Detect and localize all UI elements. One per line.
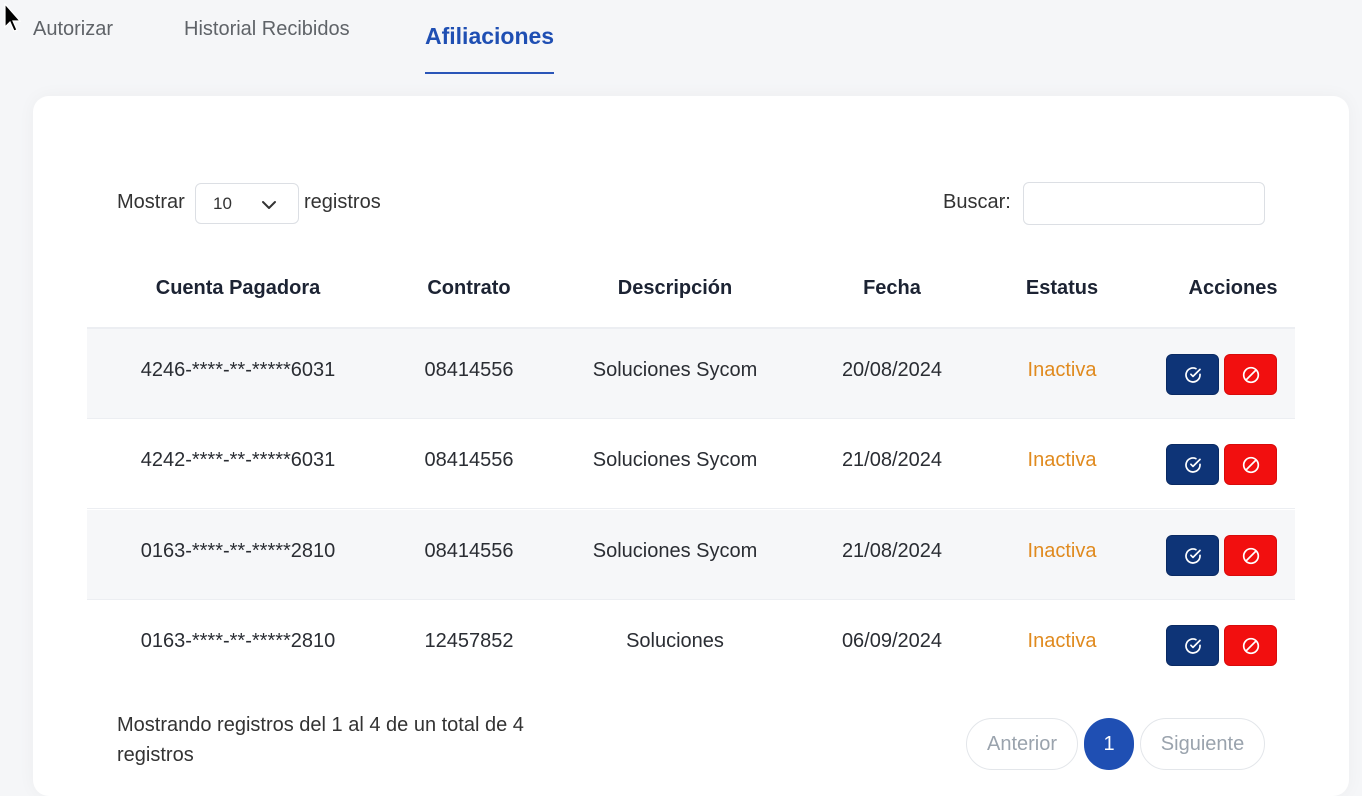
cell-fecha: 21/08/2024 — [841, 540, 943, 562]
cell-descripcion: Soluciones — [626, 630, 724, 652]
cell-fecha: 06/09/2024 — [841, 630, 943, 652]
check-circle-icon — [1184, 637, 1201, 654]
status-badge: Inactiva — [1027, 449, 1097, 471]
pagination-page-button[interactable]: 1 — [1084, 718, 1134, 770]
status-badge: Inactiva — [1027, 630, 1097, 652]
cell-contrato: 08414556 — [424, 449, 514, 471]
column-header-cuenta-pagadora: Cuenta Pagadora — [155, 277, 321, 299]
cell-contrato: 12457852 — [424, 630, 514, 652]
column-header-contrato: Contrato — [427, 277, 511, 299]
page-size-value: 10 — [213, 193, 232, 213]
ban-icon — [1242, 547, 1259, 564]
tab-historial-recibidos[interactable]: Historial Recibidos — [184, 0, 350, 66]
tab-bar: Autorizar Historial Recibidos Afiliacion… — [0, 0, 1362, 74]
reject-button[interactable] — [1224, 354, 1277, 395]
status-badge: Inactiva — [1027, 540, 1097, 562]
check-circle-icon — [1184, 456, 1201, 473]
table-row: 4242-****-**-*****6031 08414556 Solucion… — [87, 419, 1295, 509]
cell-fecha: 20/08/2024 — [841, 359, 943, 381]
ban-icon — [1242, 456, 1259, 473]
reject-button[interactable] — [1224, 625, 1277, 666]
cell-descripcion: Soluciones Sycom — [592, 540, 758, 562]
table-row: 0163-****-**-*****2810 12457852 Solucion… — [87, 600, 1295, 690]
pagination-previous-button[interactable]: Anterior — [966, 718, 1078, 770]
ban-icon — [1242, 366, 1259, 383]
search-label: Buscar: — [943, 191, 1011, 213]
column-header-acciones: Acciones — [1188, 277, 1278, 299]
tab-afiliaciones[interactable]: Afiliaciones — [425, 0, 555, 74]
approve-button[interactable] — [1166, 354, 1219, 395]
approve-button[interactable] — [1166, 535, 1219, 576]
tab-autorizar[interactable]: Autorizar — [33, 0, 113, 66]
table-row: 0163-****-**-*****2810 08414556 Solucion… — [87, 510, 1295, 600]
check-circle-icon — [1184, 547, 1201, 564]
chevron-down-icon — [262, 201, 276, 209]
length-menu-suffix: registros — [304, 191, 381, 213]
approve-button[interactable] — [1166, 444, 1219, 485]
check-circle-icon — [1184, 366, 1201, 383]
cell-cuenta-pagadora: 4242-****-**-*****6031 — [140, 449, 336, 471]
search-input[interactable] — [1023, 182, 1265, 225]
reject-button[interactable] — [1224, 444, 1277, 485]
cell-cuenta-pagadora: 4246-****-**-*****6031 — [140, 359, 336, 381]
cell-cuenta-pagadora: 0163-****-**-*****2810 — [140, 630, 336, 652]
mouse-cursor-icon — [4, 3, 22, 32]
ban-icon — [1242, 637, 1259, 654]
reject-button[interactable] — [1224, 535, 1277, 576]
column-header-descripcion: Descripción — [617, 277, 733, 299]
table-row: 4246-****-**-*****6031 08414556 Solucion… — [87, 329, 1295, 419]
status-badge: Inactiva — [1027, 359, 1097, 381]
cell-contrato: 08414556 — [424, 540, 514, 562]
cell-fecha: 21/08/2024 — [841, 449, 943, 471]
table-info: Mostrando registros del 1 al 4 de un tot… — [117, 714, 524, 766]
approve-button[interactable] — [1166, 625, 1219, 666]
pagination-next-button[interactable]: Siguiente — [1140, 718, 1265, 770]
column-header-fecha: Fecha — [863, 277, 921, 299]
cell-contrato: 08414556 — [424, 359, 514, 381]
column-header-estatus: Estatus — [1025, 277, 1099, 299]
cell-cuenta-pagadora: 0163-****-**-*****2810 — [140, 540, 336, 562]
length-menu-prefix: Mostrar — [117, 191, 185, 213]
row-divider — [87, 508, 1295, 509]
cell-descripcion: Soluciones Sycom — [592, 359, 758, 381]
cell-descripcion: Soluciones Sycom — [592, 449, 758, 471]
page-size-select[interactable]: 10 — [195, 183, 299, 224]
